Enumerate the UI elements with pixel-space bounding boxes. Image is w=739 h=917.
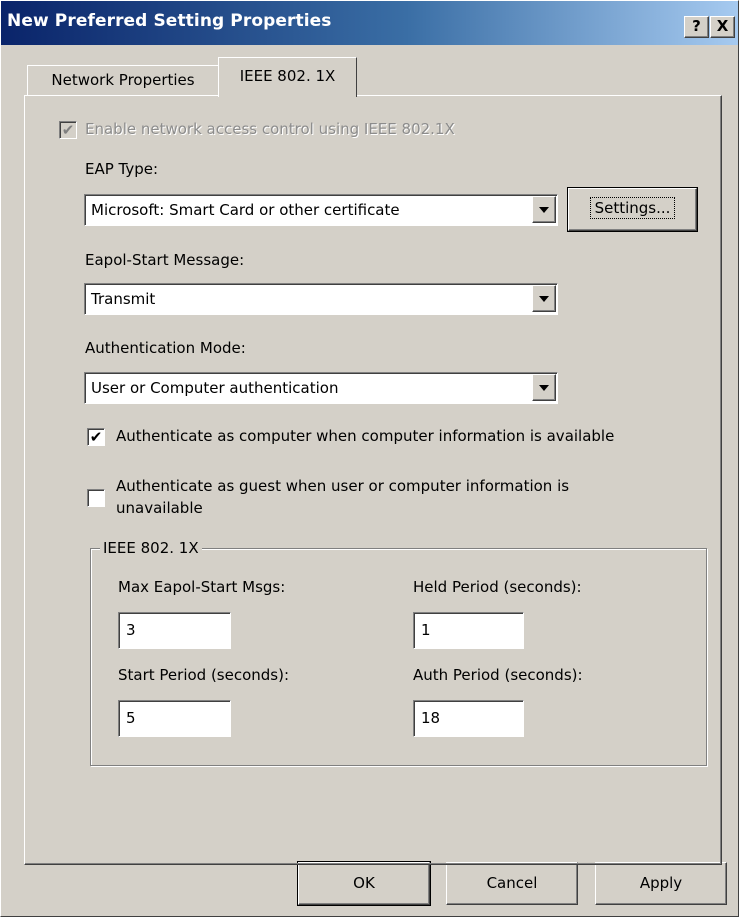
help-button[interactable]: ? (684, 16, 709, 38)
window-title: New Preferred Setting Properties (7, 11, 332, 31)
tab-ieee-8021x[interactable]: IEEE 802. 1X (218, 57, 357, 99)
tab-panel-ieee-8021x (24, 95, 722, 865)
title-bar[interactable]: New Preferred Setting Properties ? X (1, 1, 738, 45)
close-button[interactable]: X (710, 16, 735, 38)
ok-button[interactable]: OK (297, 861, 431, 906)
apply-button[interactable]: Apply (595, 862, 727, 905)
cancel-button[interactable]: Cancel (446, 862, 578, 905)
properties-dialog: New Preferred Setting Properties ? X Net… (0, 0, 739, 917)
tab-network-properties[interactable]: Network Properties (27, 65, 219, 95)
